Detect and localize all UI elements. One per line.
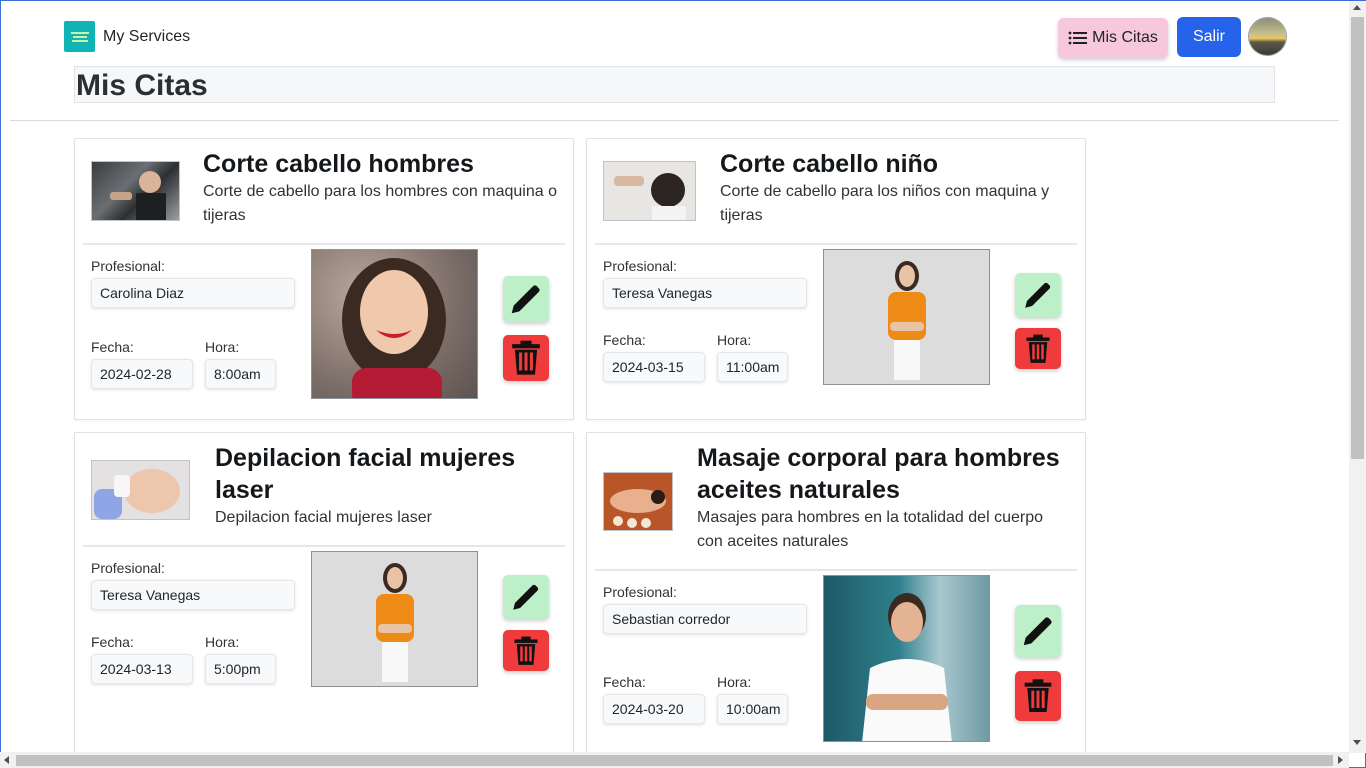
list-icon — [1068, 31, 1088, 45]
card-divider — [83, 243, 565, 245]
time-field: 11:00am — [717, 352, 788, 382]
professional-field: Teresa Vanegas — [603, 278, 807, 308]
time-label: Hora: — [205, 339, 240, 355]
pencil-icon — [511, 285, 540, 314]
professional-photo — [823, 575, 990, 742]
date-field: 2024-03-15 — [603, 352, 705, 382]
page-title-bar: Mis Citas — [74, 66, 1275, 103]
date-field: 2024-03-20 — [603, 694, 705, 724]
professional-photo — [311, 551, 478, 687]
date-field: 2024-02-28 — [91, 359, 193, 389]
edit-button[interactable] — [1015, 273, 1061, 317]
time-field: 8:00am — [205, 359, 276, 389]
professional-label: Profesional: — [91, 258, 165, 274]
time-field: 10:00am — [717, 694, 788, 724]
pencil-icon — [1023, 617, 1052, 646]
delete-button[interactable] — [503, 335, 549, 381]
professional-field: Teresa Vanegas — [91, 580, 295, 610]
professional-label: Profesional: — [603, 584, 677, 600]
service-title: Depilacion facial mujeres laser — [215, 444, 516, 504]
date-label: Fecha: — [603, 332, 646, 348]
edit-button[interactable] — [503, 575, 549, 619]
professional-field: Sebastian corredor — [603, 604, 807, 634]
date-label: Fecha: — [603, 674, 646, 690]
delete-button[interactable] — [1015, 328, 1061, 369]
card-divider — [83, 545, 565, 547]
time-label: Hora: — [717, 332, 752, 348]
mis-citas-label: Mis Citas — [1092, 29, 1158, 46]
card-divider — [595, 243, 1077, 245]
service-description: Corte de cabello para los niños con maqu… — [720, 183, 1050, 224]
date-field: 2024-03-13 — [91, 654, 193, 684]
page-title: Mis Citas — [76, 69, 208, 102]
service-thumbnail — [603, 472, 673, 531]
service-description: Corte de cabello para los hombres con ma… — [203, 183, 557, 224]
delete-button[interactable] — [503, 630, 549, 671]
professional-photo — [311, 249, 478, 399]
time-label: Hora: — [205, 634, 240, 650]
trash-icon — [512, 340, 540, 375]
service-description: Depilacion facial mujeres laser — [215, 509, 432, 526]
brand-name[interactable]: My Services — [103, 28, 190, 46]
pencil-icon — [513, 584, 539, 610]
service-thumbnail — [603, 161, 696, 221]
trash-icon — [1024, 679, 1052, 712]
salir-button[interactable]: Salir — [1177, 17, 1241, 57]
vertical-scrollbar[interactable] — [1349, 1, 1366, 753]
scroll-up-arrow-icon[interactable] — [1353, 5, 1361, 10]
trash-icon — [1026, 334, 1050, 363]
professional-label: Profesional: — [91, 560, 165, 576]
time-label: Hora: — [717, 674, 752, 690]
professional-photo — [823, 249, 990, 385]
service-title: Masaje corporal para hombres aceites nat… — [697, 444, 1060, 504]
header-divider — [10, 120, 1339, 121]
scroll-right-arrow-icon[interactable] — [1338, 756, 1343, 764]
edit-button[interactable] — [1015, 605, 1061, 657]
professional-label: Profesional: — [603, 258, 677, 274]
date-label: Fecha: — [91, 634, 134, 650]
delete-button[interactable] — [1015, 671, 1061, 721]
service-title: Corte cabello hombres — [203, 150, 474, 178]
appointment-card: Masaje corporal para hombres aceites nat… — [586, 432, 1086, 762]
card-divider — [595, 569, 1077, 571]
scroll-down-arrow-icon[interactable] — [1353, 740, 1361, 745]
service-thumbnail — [91, 161, 180, 221]
brand-logo — [64, 21, 95, 52]
edit-button[interactable] — [503, 276, 549, 322]
horizontal-scroll-thumb[interactable] — [16, 755, 1333, 766]
service-description: Masajes para hombres en la totalidad del… — [697, 509, 1043, 550]
service-thumbnail — [91, 460, 190, 520]
appointment-card: Depilacion facial mujeres laser Depilaci… — [74, 432, 574, 762]
trash-icon — [514, 636, 538, 665]
scroll-left-arrow-icon[interactable] — [4, 756, 9, 764]
user-avatar[interactable] — [1249, 18, 1286, 55]
professional-field: Carolina Diaz — [91, 278, 295, 308]
time-field: 5:00pm — [205, 654, 276, 684]
brand[interactable]: My Services — [64, 21, 190, 52]
service-title: Corte cabello niño — [720, 150, 939, 178]
appointment-card: Corte cabello hombres Corte de cabello p… — [74, 138, 574, 420]
mis-citas-button[interactable]: Mis Citas — [1058, 18, 1168, 58]
horizontal-scrollbar[interactable] — [0, 752, 1349, 768]
appointment-card: Corte cabello niño Corte de cabello para… — [586, 138, 1086, 420]
date-label: Fecha: — [91, 339, 134, 355]
vertical-scroll-thumb[interactable] — [1351, 17, 1364, 459]
pencil-icon — [1025, 282, 1051, 308]
